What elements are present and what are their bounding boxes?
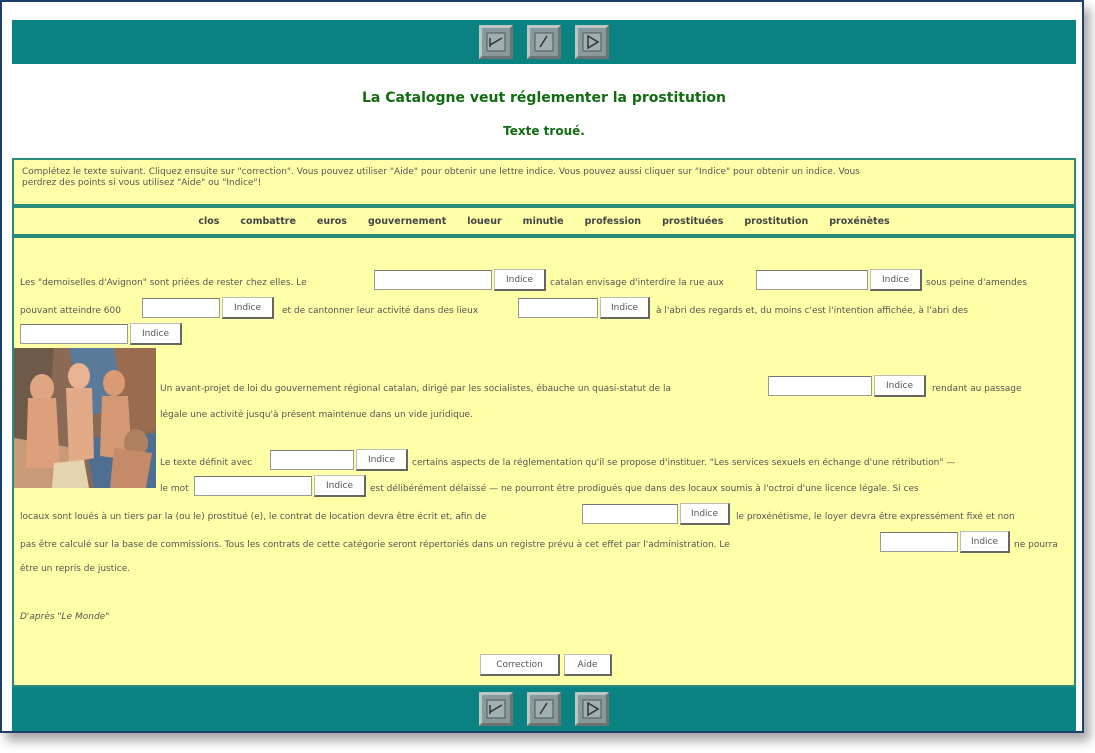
text-segment: rendant au passage: [932, 384, 1022, 394]
hint-button-1[interactable]: Indice: [494, 269, 546, 291]
text-segment: est délibérément délaissé — ne pourront …: [370, 484, 919, 494]
nav-first-button[interactable]: [479, 692, 513, 726]
source-credit: D'après "Le Monde": [20, 612, 110, 622]
instructions-line-2: perdrez des points si vous utilisez "Aid…: [22, 178, 262, 188]
first-page-icon: [486, 699, 506, 719]
word-bank-item: proxénètes: [829, 215, 890, 227]
gap-input-2[interactable]: [756, 270, 868, 290]
text-segment: pouvant atteindre 600: [20, 306, 121, 316]
text-segment: catalan envisage d'interdire la rue aux: [550, 278, 724, 288]
hint-button-7[interactable]: Indice: [356, 449, 408, 471]
exercise-heading: La Catalogne veut réglementer la prostit…: [12, 64, 1076, 158]
hint-button-3[interactable]: Indice: [222, 297, 274, 319]
text-segment: le mot: [160, 484, 189, 494]
nav-next-button[interactable]: [575, 692, 609, 726]
text-segment: et de cantonner leur activité dans des l…: [282, 306, 479, 316]
first-page-icon: [486, 32, 506, 52]
word-bank-item: gouvernement: [367, 215, 447, 227]
text-segment: pas être calculé sur la base de commissi…: [20, 540, 730, 550]
gap-input-8[interactable]: [194, 476, 312, 496]
hint-button-5[interactable]: Indice: [130, 323, 182, 345]
page-subtitle: Texte troué.: [503, 124, 585, 138]
les-demoiselles-d-avignon-painting: [14, 348, 156, 488]
instructions-panel: Complétez le texte suivant. Cliquez ensu…: [12, 158, 1076, 206]
exercise-window: La Catalogne veut réglementer la prostit…: [0, 0, 1084, 733]
text-segment: Le texte définit avec: [160, 458, 253, 468]
word-bank-item: prostitution: [744, 215, 809, 227]
text-segment: légale une activité jusqu'à présent main…: [160, 410, 473, 420]
correction-button[interactable]: Correction: [480, 654, 560, 676]
gap-input-6[interactable]: [768, 376, 872, 396]
gap-input-4[interactable]: [518, 298, 598, 318]
word-bank: clos combattre euros gouvernement loueur…: [12, 206, 1076, 236]
word-bank-item: prostituées: [662, 215, 724, 227]
gap-input-9[interactable]: [582, 504, 678, 524]
nav-next-button[interactable]: [575, 25, 609, 59]
nav-previous-button[interactable]: [527, 692, 561, 726]
nav-previous-button[interactable]: [527, 25, 561, 59]
word-bank-item: combattre: [240, 215, 296, 227]
page-title: La Catalogne veut réglementer la prostit…: [362, 90, 726, 106]
previous-page-icon: [534, 32, 554, 52]
previous-page-icon: [534, 699, 554, 719]
text-segment: Les "demoiselles d'Avignon" sont priées …: [20, 278, 307, 288]
nav-first-button[interactable]: [479, 25, 513, 59]
gap-input-5[interactable]: [20, 324, 128, 344]
gap-input-7[interactable]: [270, 450, 354, 470]
text-segment: le proxénétisme, le loyer devra être exp…: [736, 512, 1015, 522]
text-segment: sous peine d'amendes: [926, 278, 1027, 288]
text-segment: Un avant-projet de loi du gouvernement r…: [160, 384, 672, 394]
text-segment: locaux sont loués à un tiers par la (ou …: [20, 512, 487, 522]
hint-button-4[interactable]: Indice: [600, 297, 650, 319]
hint-button-2[interactable]: Indice: [870, 269, 922, 291]
top-navigation-bar: [12, 20, 1076, 64]
hint-button-8[interactable]: Indice: [314, 475, 366, 497]
text-segment: être un repris de justice.: [20, 564, 131, 574]
aide-button[interactable]: Aide: [564, 654, 612, 676]
word-bank-item: loueur: [467, 215, 502, 227]
text-segment: certains aspects de la réglementation qu…: [412, 458, 956, 468]
gap-input-10[interactable]: [880, 532, 958, 552]
hint-button-9[interactable]: Indice: [680, 503, 730, 525]
hint-button-10[interactable]: Indice: [960, 531, 1010, 553]
word-bank-item: clos: [198, 215, 220, 227]
next-page-icon: [582, 699, 602, 719]
word-bank-item: minutie: [522, 215, 564, 227]
hint-button-6[interactable]: Indice: [874, 375, 926, 397]
instructions-line-1: Complétez le texte suivant. Cliquez ensu…: [22, 167, 860, 177]
word-bank-item: euros: [316, 215, 347, 227]
gap-input-1[interactable]: [374, 270, 492, 290]
cloze-text-panel: Les "demoiselles d'Avignon" sont priées …: [12, 236, 1076, 687]
bottom-navigation-bar: [12, 687, 1076, 731]
next-page-icon: [582, 32, 602, 52]
gap-input-3[interactable]: [142, 298, 220, 318]
text-segment: à l'abri des regards et, du moins c'est …: [656, 306, 968, 316]
word-bank-item: profession: [584, 215, 642, 227]
text-segment: ne pourra: [1014, 540, 1058, 550]
